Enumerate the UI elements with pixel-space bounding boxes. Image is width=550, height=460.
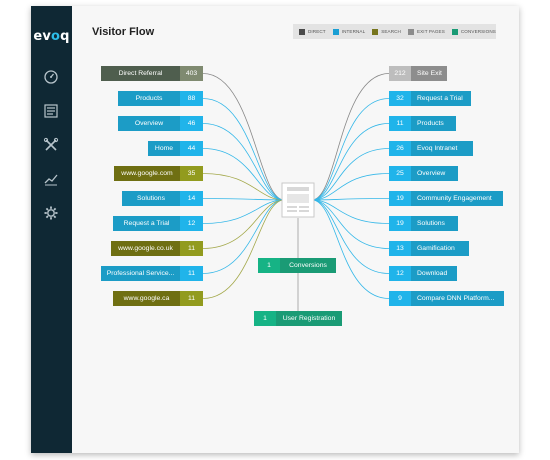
source-label: Overview	[118, 116, 180, 131]
destination-count: 212	[389, 66, 411, 81]
destination-count: 19	[389, 191, 411, 206]
destination-label: Site Exit	[411, 66, 447, 81]
source-count: 12	[180, 216, 203, 231]
tools-icon[interactable]	[43, 137, 59, 153]
destination-node[interactable]: 9 Compare DNN Platform...	[389, 291, 504, 306]
legend-item-search: SEARCH	[372, 28, 401, 35]
destination-label: Evoq Intranet	[411, 141, 473, 156]
source-count: 14	[180, 191, 203, 206]
legend-label: SEARCH	[381, 29, 401, 34]
analytics-trend-icon[interactable]	[43, 171, 59, 187]
sidebar: evoq	[31, 6, 72, 453]
destination-node[interactable]: 212 Site Exit	[389, 66, 447, 81]
source-count: 403	[180, 66, 203, 81]
source-node[interactable]: Home 44	[148, 141, 203, 156]
source-label: www.google.co.uk	[111, 241, 180, 256]
conversions-node[interactable]: 1 Conversions	[258, 258, 336, 273]
source-label: Request a Trial	[113, 216, 180, 231]
app-logo[interactable]: evoq	[31, 29, 72, 44]
source-count: 46	[180, 116, 203, 131]
destination-count: 13	[389, 241, 411, 256]
legend: DIRECT INTERNAL SEARCH EXIT PAGES CONVERSION…	[293, 24, 496, 39]
source-count: 11	[180, 266, 203, 281]
user-registration-node[interactable]: 1 User Registration	[254, 311, 342, 326]
content-list-icon[interactable]	[43, 103, 59, 119]
destination-node[interactable]: 32 Request a Trial	[389, 91, 471, 106]
destination-label: Products	[411, 116, 456, 131]
destination-label: Compare DNN Platform...	[411, 291, 504, 306]
destination-node[interactable]: 19 Solutions	[389, 216, 458, 231]
source-node[interactable]: www.google.com 35	[114, 166, 203, 181]
page-document-icon	[281, 182, 315, 218]
legend-item-exit-pages: EXIT PAGES	[407, 28, 445, 35]
source-count: 35	[180, 166, 203, 181]
source-node[interactable]: Overview 46	[118, 116, 203, 131]
legend-label: INTERNAL	[341, 29, 366, 34]
source-label: Solutions	[122, 191, 180, 206]
source-label: Professional Service...	[101, 266, 180, 281]
destination-count: 25	[389, 166, 411, 181]
legend-item-internal: INTERNAL	[332, 28, 366, 35]
source-count: 44	[180, 141, 203, 156]
source-node[interactable]: www.google.ca 11	[113, 291, 203, 306]
source-node[interactable]: Solutions 14	[122, 191, 203, 206]
legend-swatch	[299, 28, 305, 35]
source-node[interactable]: Products 88	[118, 91, 203, 106]
destination-count: 11	[389, 116, 411, 131]
legend-label: EXIT PAGES	[416, 29, 445, 34]
source-node[interactable]: www.google.co.uk 11	[111, 241, 203, 256]
destination-label: Solutions	[411, 216, 458, 231]
destination-count: 26	[389, 141, 411, 156]
legend-label: CONVERSIONS	[460, 29, 496, 34]
legend-swatch	[332, 28, 339, 35]
source-node[interactable]: Request a Trial 12	[113, 216, 203, 231]
destination-label: Community Engagement	[411, 191, 503, 206]
source-label: www.google.com	[114, 166, 180, 181]
settings-gear-icon[interactable]	[43, 205, 59, 221]
source-count: 88	[180, 91, 203, 106]
destination-node[interactable]: 25 Overview	[389, 166, 458, 181]
destination-count: 32	[389, 91, 411, 106]
destination-label: Download	[411, 266, 457, 281]
destination-node[interactable]: 19 Community Engagement	[389, 191, 503, 206]
destination-label: Overview	[411, 166, 458, 181]
page-title: Visitor Flow	[92, 26, 155, 38]
destination-node[interactable]: 12 Download	[389, 266, 457, 281]
source-label: www.google.ca	[113, 291, 180, 306]
legend-swatch	[407, 28, 414, 35]
legend-swatch	[451, 28, 458, 35]
destination-label: Request a Trial	[411, 91, 471, 106]
source-node[interactable]: Professional Service... 11	[101, 266, 203, 281]
legend-label: DIRECT	[308, 29, 326, 34]
source-count: 11	[180, 241, 203, 256]
destination-node[interactable]: 13 Gamification	[389, 241, 469, 256]
legend-swatch	[372, 28, 379, 35]
legend-item-conversions: CONVERSIONS	[451, 28, 496, 35]
destination-count: 9	[389, 291, 411, 306]
source-label: Direct Referral	[101, 66, 180, 81]
source-label: Products	[118, 91, 180, 106]
destination-node[interactable]: 26 Evoq Intranet	[389, 141, 473, 156]
source-count: 11	[180, 291, 203, 306]
destination-count: 12	[389, 266, 411, 281]
destination-node[interactable]: 11 Products	[389, 116, 456, 131]
destination-label: Gamification	[411, 241, 469, 256]
source-node[interactable]: Direct Referral 403	[101, 66, 203, 81]
source-label: Home	[148, 141, 180, 156]
legend-item-direct: DIRECT	[299, 28, 326, 35]
dashboard-gauge-icon[interactable]	[43, 69, 59, 85]
destination-count: 19	[389, 216, 411, 231]
